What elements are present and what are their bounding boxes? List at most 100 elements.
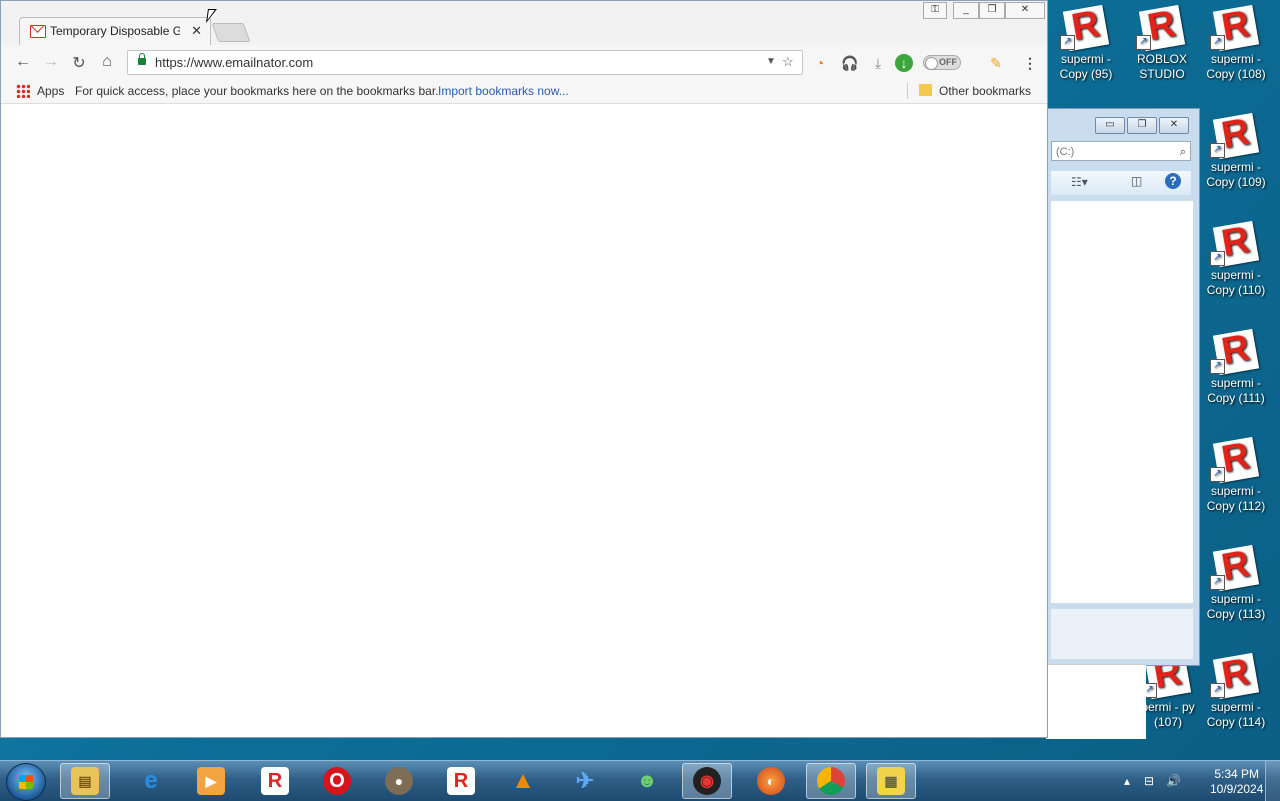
new-tab-button[interactable] — [211, 23, 251, 42]
minimize-button[interactable]: _ — [953, 2, 979, 19]
menu-icon[interactable]: ⋮ — [1021, 54, 1039, 72]
desktop-icon[interactable]: ↗ ROBLOX STUDIO — [1126, 4, 1198, 82]
file-explorer-icon: ▤ — [71, 767, 99, 795]
taskbar-item[interactable]: R — [250, 763, 300, 799]
clock[interactable]: 5:34 PM 10/9/2024 — [1210, 767, 1263, 797]
url-text[interactable]: https://www.emailnator.com — [155, 55, 313, 70]
extension-orange-icon[interactable]: ◔ — [811, 54, 829, 72]
desktop-icon-label: supermi - Copy (112) — [1206, 484, 1266, 513]
show-desktop-button[interactable] — [1265, 761, 1280, 801]
desktop-icon-label: supermi - Copy (95) — [1059, 52, 1113, 81]
profile-icon[interactable]: ⚿ — [923, 2, 947, 19]
minimize-button[interactable]: ▭ — [1095, 117, 1125, 134]
extension-toggle[interactable]: OFF — [923, 55, 961, 70]
taskbar: ▤ e ▶ R O ● R ▲ ✈ ☻ ◉ ◐ ▦ ▴ ⊟ 🔊 5:34 PM … — [0, 760, 1280, 801]
taskbar-item[interactable]: ▲ — [498, 763, 548, 799]
import-bookmarks-link[interactable]: Import bookmarks now... — [438, 84, 569, 98]
taskbar-item[interactable]: e — [126, 763, 176, 799]
roblox-icon: ↗ — [1060, 4, 1110, 52]
roblox-icon: ↗ — [1210, 328, 1260, 376]
taskbar-item[interactable]: O — [312, 763, 362, 799]
page-content[interactable] — [5, 105, 1045, 737]
dropdown-arrow-icon[interactable]: ▼ — [766, 56, 776, 67]
view-options-icon[interactable]: ☷▾ — [1071, 175, 1088, 189]
apps-link[interactable]: Apps — [37, 84, 64, 98]
preview-pane-icon[interactable]: ◫ — [1131, 174, 1142, 188]
network-icon[interactable]: ⊟ — [1144, 774, 1154, 788]
toggle-label: OFF — [939, 57, 957, 67]
firefox-icon: ◐ — [757, 767, 785, 795]
taskbar-item[interactable]: R — [436, 763, 486, 799]
explorer-window[interactable]: ▭ ❐ ✕ (C:) ⌕ ☷▾ ◫ ? — [1046, 108, 1200, 666]
taskbar-item[interactable]: ☻ — [622, 763, 672, 799]
other-bookmarks-link[interactable]: Other bookmarks — [939, 84, 1031, 98]
file-pane[interactable] — [1051, 201, 1193, 603]
desktop-icon[interactable]: ↗ supermi - Copy (111) — [1200, 328, 1272, 406]
messenger-icon: ☻ — [636, 769, 658, 792]
start-button[interactable] — [6, 763, 46, 801]
lock-icon — [138, 53, 146, 65]
desktop-icon-label: supermi - Copy (109) — [1206, 160, 1266, 189]
volume-icon[interactable]: 🔊 — [1166, 774, 1181, 788]
address-bar[interactable]: https://www.emailnator.com ▼ ☆ — [127, 50, 803, 75]
desktop-icon-label: supermi - Copy (114) — [1206, 700, 1266, 729]
desktop-icon[interactable]: ↗ supermi - Copy (114) — [1200, 652, 1272, 730]
vlc-icon: ▲ — [511, 767, 535, 794]
desktop-icon[interactable]: ↗ supermi - Copy (110) — [1200, 220, 1272, 298]
roblox-icon: ↗ — [1210, 652, 1260, 700]
tag-icon[interactable]: ✎ — [987, 54, 1005, 72]
desktop-icon[interactable]: ↗ supermi - Copy (112) — [1200, 436, 1272, 514]
forward-icon[interactable]: → — [41, 53, 61, 71]
download-tray-icon[interactable]: ⤓ — [869, 54, 887, 72]
address-bar[interactable]: (C:) ⌕ — [1051, 141, 1191, 161]
internet-explorer-icon: e — [144, 767, 158, 794]
close-button[interactable]: ✕ — [1159, 117, 1189, 134]
maximize-button[interactable]: ❐ — [979, 2, 1005, 19]
close-button[interactable]: ✕ — [1005, 2, 1045, 19]
help-icon[interactable]: ? — [1165, 173, 1181, 189]
taskbar-item[interactable] — [806, 763, 856, 799]
show-hidden-icons-icon[interactable]: ▴ — [1124, 774, 1130, 788]
explorer-toolbar: ☷▾ ◫ ? — [1051, 171, 1191, 195]
taskbar-item[interactable]: ● — [374, 763, 424, 799]
desktop-icon[interactable]: ↗ supermi - Copy (108) — [1200, 4, 1272, 82]
download-green-icon[interactable]: ↓ — [895, 54, 913, 72]
roblox-studio-icon: R — [447, 767, 475, 795]
roblox-icon: ↗ — [1210, 436, 1260, 484]
taskbar-item[interactable]: ✈ — [560, 763, 610, 799]
roblox-icon: R — [261, 767, 289, 795]
opera-icon: O — [323, 767, 351, 795]
system-tray: ▴ ⊟ 🔊 5:34 PM 10/9/2024 — [1110, 761, 1280, 801]
roblox-icon: ↗ — [1210, 112, 1260, 160]
tab-close-icon[interactable]: ✕ — [191, 23, 202, 39]
taskbar-item[interactable]: ◐ — [746, 763, 796, 799]
maximize-button[interactable]: ❐ — [1127, 117, 1157, 134]
bird-app-icon: ✈ — [575, 768, 595, 793]
address-text: (C:) — [1056, 146, 1075, 158]
bookmark-star-icon[interactable]: ☆ — [782, 54, 794, 70]
home-icon[interactable]: ⌂ — [97, 53, 117, 71]
taskbar-item[interactable]: ▶ — [186, 763, 236, 799]
desktop-icon-label: supermi - Copy (113) — [1206, 592, 1266, 621]
clock-time: 5:34 PM — [1214, 767, 1260, 781]
back-icon[interactable]: ← — [13, 53, 33, 71]
taskbar-item[interactable]: ▤ — [60, 763, 110, 799]
taskbar-item[interactable]: ▦ — [866, 763, 916, 799]
windows-logo-icon — [19, 775, 33, 789]
tab-active[interactable]: Temporary Disposable G ✕ — [19, 17, 211, 45]
roblox-icon: ↗ — [1210, 544, 1260, 592]
chrome-icon — [817, 767, 845, 795]
headphones-icon[interactable]: 🎧 — [841, 54, 859, 72]
apps-grid-icon[interactable] — [16, 84, 30, 98]
desktop-icon[interactable]: ↗ supermi - Copy (113) — [1200, 544, 1272, 622]
desktop-icon[interactable]: ↗ supermi - Copy (109) — [1200, 112, 1272, 190]
taskbar-item[interactable]: ◉ — [682, 763, 732, 799]
roblox-icon: ↗ — [1210, 220, 1260, 268]
search-icon[interactable]: ⌕ — [1180, 142, 1186, 162]
reload-icon[interactable]: ↻ — [69, 53, 89, 73]
gimp-icon: ● — [385, 767, 413, 795]
desktop-icon[interactable]: ↗ supermi - Copy (95) — [1050, 4, 1122, 82]
archive-icon: ▦ — [877, 767, 905, 795]
title-bar: Temporary Disposable G ✕ ⚿ _ ❐ ✕ — [1, 1, 1047, 45]
bookmarks-hint: For quick access, place your bookmarks h… — [75, 84, 439, 98]
